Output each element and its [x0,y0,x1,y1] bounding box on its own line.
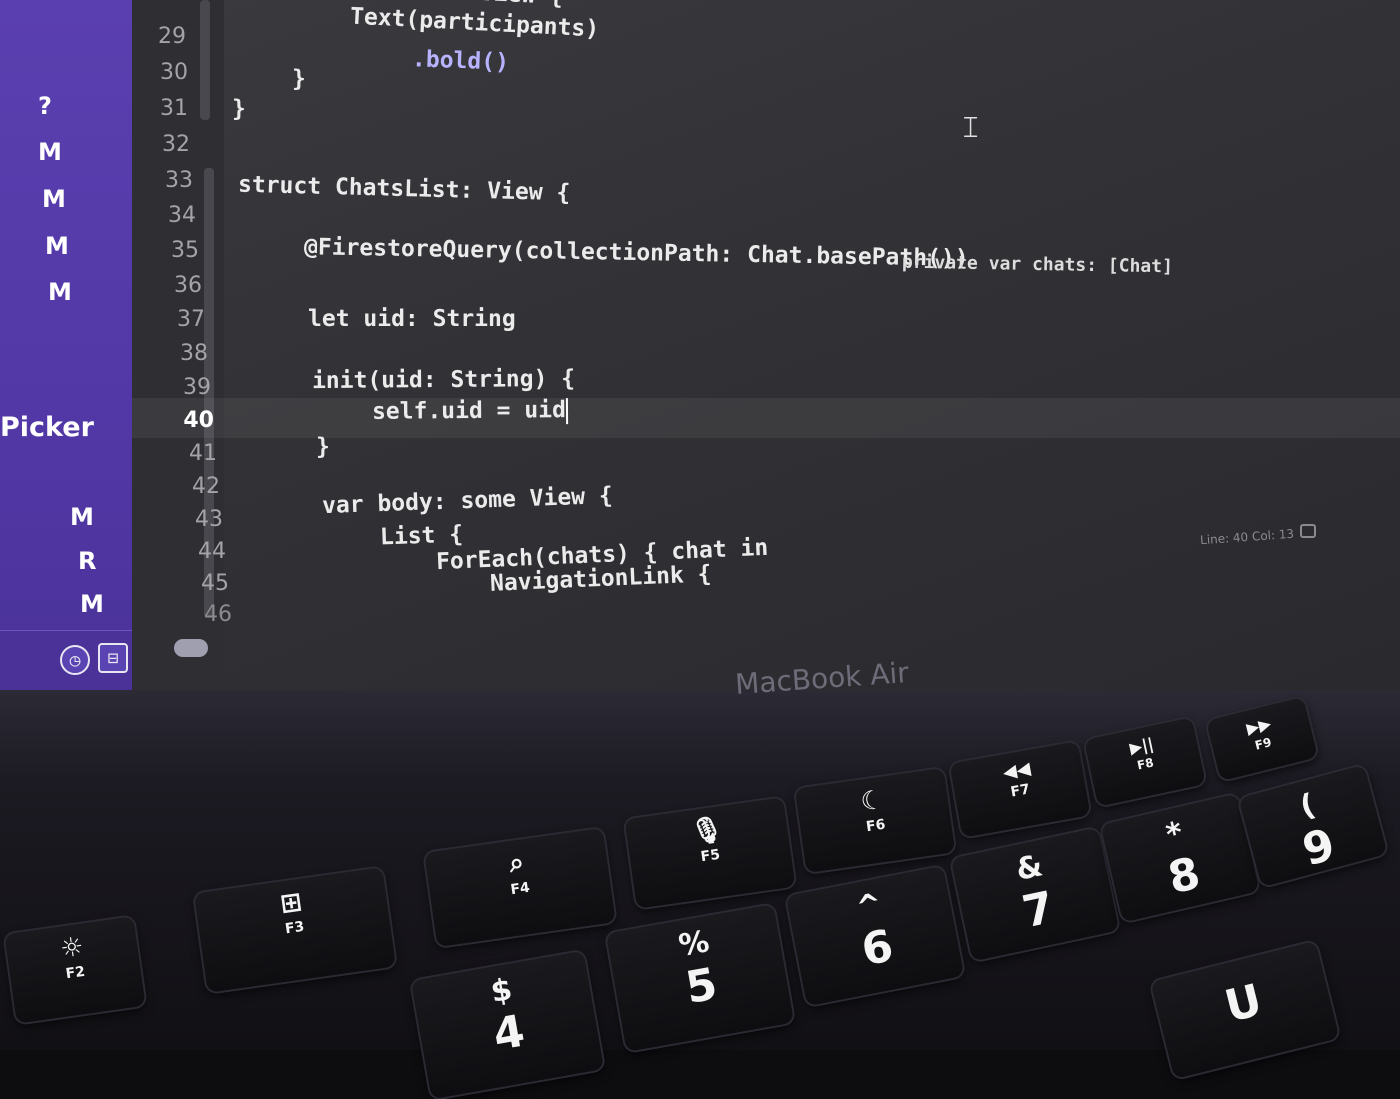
line-number: 37 [177,307,205,332]
filter-icon[interactable]: ⊟ [98,643,128,673]
line-number: 30 [160,60,188,85]
line-number: 42 [192,474,220,499]
key-f2[interactable]: ☼ F2 [4,916,146,1024]
code-line-text: self.uid = uid [371,397,566,425]
line-number: 39 [183,375,211,400]
current-line-highlight [132,398,1400,438]
code-line[interactable]: } [316,434,330,460]
status-badge: M [38,138,62,166]
code-line[interactable]: struct ChatsList: View { [238,172,571,207]
code-line[interactable]: @FirestoreQuery(collectionPath: Chat.bas… [304,234,969,272]
navigator-file-picker[interactable]: Picker [0,412,94,443]
code-line[interactable]: let uid: String [308,306,516,332]
status-badge: ? [38,92,52,120]
line-number: 34 [168,203,196,228]
debug-area-toggle[interactable] [174,639,208,657]
code-line[interactable]: View { [479,0,563,10]
line-number: 43 [195,507,223,532]
editor-status-icon[interactable] [1300,524,1316,538]
code-line[interactable]: } [232,96,246,122]
line-number-active: 40 [183,408,214,433]
status-badge: M [42,185,66,213]
line-number: 35 [171,238,199,263]
code-line-active[interactable]: self.uid = uid [372,397,568,425]
code-line[interactable]: private var chats: [Chat] [902,252,1173,278]
line-number: 33 [165,168,193,193]
project-navigator: ? M M M M Picker M R M [0,0,132,690]
recent-files-icon[interactable]: ◷ [60,645,90,675]
line-number: 31 [160,96,188,121]
code-line[interactable]: var body: some View { [322,483,614,519]
status-badge: M [48,278,72,306]
line-number: 32 [162,132,190,157]
code-line[interactable]: init(uid: String) { [312,366,575,394]
line-number: 36 [174,273,202,298]
navigator-footer: ◷ ⊟ [0,630,150,690]
line-number: 38 [180,341,208,366]
status-badge: R [78,547,97,575]
code-line[interactable]: .bold() [412,46,510,75]
cursor-position-status: Line: 40 Col: 13 [1199,526,1295,548]
code-line[interactable]: } [292,66,306,92]
line-number: 44 [198,539,226,564]
line-number: 41 [189,441,217,466]
status-badge: M [80,590,104,618]
line-number: 29 [158,24,186,49]
code-fold-ribbon[interactable] [200,0,210,120]
xcode-window: ? M M M M Picker M R M ◷ ⊟ 29 30 31 32 3… [0,0,1400,690]
code-line[interactable]: List { [380,522,464,551]
ibeam-cursor-icon: 𝙸 [960,110,982,145]
status-badge: M [45,232,69,260]
line-number: 46 [204,602,232,627]
text-caret [565,397,568,424]
status-badge: M [70,503,94,531]
line-number: 45 [201,571,229,596]
